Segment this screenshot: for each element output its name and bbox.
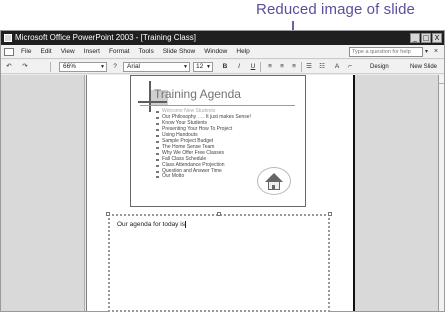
title-bar: Microsoft Office PowerPoint 2003 - [Trai… <box>1 31 444 45</box>
new-slide-label: New Slide <box>410 64 438 70</box>
powerpoint-icon <box>4 34 12 42</box>
resize-handle[interactable] <box>217 212 221 216</box>
resize-handle[interactable] <box>328 212 332 216</box>
toolbar-separator <box>50 62 51 72</box>
resize-handle[interactable] <box>106 212 110 216</box>
zoom-select[interactable]: 66% ▼ <box>59 62 107 72</box>
menu-slide-show[interactable]: Slide Show <box>163 48 196 55</box>
new-slide-button[interactable]: New Slide <box>403 62 443 72</box>
menu-file[interactable]: File <box>21 48 31 55</box>
toolbar-separator <box>301 62 302 72</box>
menu-edit[interactable]: Edit <box>40 48 51 55</box>
numbering-icon[interactable]: ☰ <box>305 62 313 72</box>
reduced-slide-image: Training Agenda Welcome New Students Our… <box>130 75 306 207</box>
chevron-down-icon: ▼ <box>183 64 188 70</box>
redo-icon[interactable]: ↷ <box>21 62 29 72</box>
bold-button[interactable]: B <box>221 62 229 72</box>
increase-font-icon[interactable]: A <box>333 62 341 72</box>
design-button[interactable]: Design <box>363 62 397 72</box>
menu-items: File Edit View Insert Format Tools Slide… <box>21 48 250 55</box>
notes-textbox[interactable]: Our agenda for today is: <box>106 212 332 312</box>
slide-title-rule <box>140 105 295 106</box>
underline-button[interactable]: U <box>249 62 257 72</box>
workspace-right <box>353 75 438 311</box>
scroll-up-icon[interactable] <box>438 77 444 84</box>
design-label: Design <box>370 64 389 70</box>
toolbar-separator <box>260 62 261 72</box>
zoom-value: 66% <box>63 63 77 70</box>
menu-tools[interactable]: Tools <box>139 48 154 55</box>
document-icon[interactable] <box>4 48 14 56</box>
menu-view[interactable]: View <box>61 48 75 55</box>
text-cursor <box>185 221 186 228</box>
chevron-down-icon: ▼ <box>100 64 105 70</box>
help-icon[interactable]: ? <box>111 62 119 72</box>
workspace-left <box>1 75 85 311</box>
menu-insert[interactable]: Insert <box>84 48 100 55</box>
minimize-button[interactable]: _ <box>410 33 420 43</box>
callout-area: Reduced image of slide <box>0 0 445 101</box>
slide-bullet-list: Welcome New Students Our Philosophy . . … <box>155 108 251 180</box>
callout-label: Reduced image of slide <box>256 1 415 18</box>
help-dropdown-icon[interactable]: ▾ <box>425 48 432 56</box>
menu-bar: File Edit View Insert Format Tools Slide… <box>1 45 444 59</box>
formatting-toolbar: ↶ ↷ 66% ▼ ? Arial ▼ 12 ▼ B I U ≡ ≡ ≡ ☰ ☷… <box>1 60 444 74</box>
chevron-down-icon: ▼ <box>206 64 211 70</box>
align-center-icon[interactable]: ≡ <box>278 62 286 72</box>
window-title: Microsoft Office PowerPoint 2003 - [Trai… <box>15 33 196 42</box>
font-name: Arial <box>127 63 141 70</box>
vertical-scrollbar[interactable] <box>438 75 444 311</box>
notes-text: Our agenda for today is: <box>117 221 187 228</box>
slide-bullet: Our Motto <box>155 174 251 180</box>
house-icon <box>272 185 275 189</box>
font-size-select[interactable]: 12 ▼ <box>193 62 213 72</box>
window-controls: _ □ X <box>410 33 442 43</box>
undo-icon[interactable]: ↶ <box>5 62 13 72</box>
help-search-input[interactable]: Type a question for help <box>349 47 423 57</box>
menu-window[interactable]: Window <box>204 48 227 55</box>
align-left-icon[interactable]: ≡ <box>266 62 274 72</box>
menu-format[interactable]: Format <box>109 48 130 55</box>
restore-button[interactable]: □ <box>421 33 431 43</box>
align-right-icon[interactable]: ≡ <box>290 62 298 72</box>
font-select[interactable]: Arial ▼ <box>123 62 190 72</box>
close-document-icon[interactable]: × <box>434 48 441 56</box>
slide-title: Training Agenda <box>154 87 241 101</box>
font-size-value: 12 <box>196 63 204 70</box>
close-button[interactable]: X <box>432 33 442 43</box>
font-color-icon[interactable]: ⌐ <box>346 62 354 72</box>
slide-decoration <box>138 101 167 103</box>
slide-decoration <box>149 81 151 112</box>
italic-button[interactable]: I <box>235 62 243 72</box>
bullets-icon[interactable]: ☷ <box>318 62 326 72</box>
menu-help[interactable]: Help <box>236 48 249 55</box>
